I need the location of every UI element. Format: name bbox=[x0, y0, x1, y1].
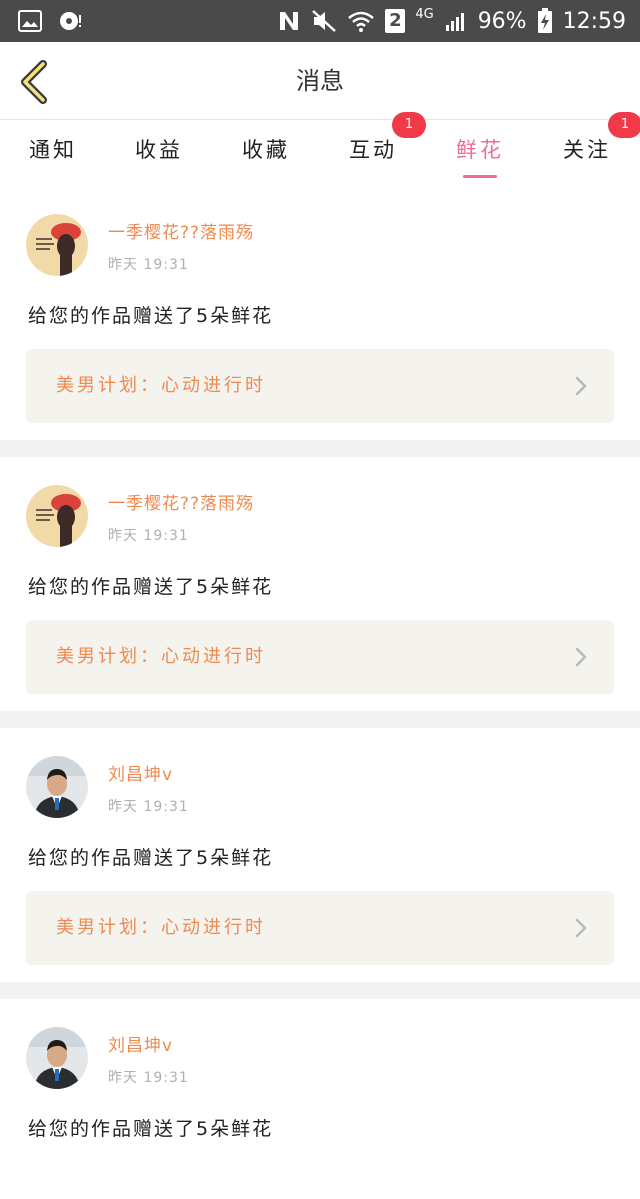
avatar[interactable] bbox=[26, 214, 88, 276]
sender-name[interactable]: 一季樱花??落雨殇 bbox=[108, 489, 254, 514]
message-time: 昨天 19:31 bbox=[108, 528, 189, 544]
battery-percent: 96% bbox=[477, 8, 527, 34]
message-card: 一季樱花??落雨殇 昨天 19:31 给您的作品赠送了5朵鲜花 美男计划：心动进… bbox=[0, 186, 640, 440]
sender-name[interactable]: 刘昌坤v bbox=[108, 1031, 173, 1056]
chevron-left-icon bbox=[21, 60, 47, 104]
mute-icon bbox=[311, 9, 337, 33]
record-icon bbox=[58, 10, 84, 32]
gallery-icon bbox=[18, 10, 42, 32]
header: 消息 bbox=[0, 42, 640, 120]
sender-name[interactable]: 一季樱花??落雨殇 bbox=[108, 218, 254, 243]
battery-charging-icon bbox=[537, 8, 553, 34]
nfc-icon bbox=[277, 9, 301, 33]
tab-flowers[interactable]: 鲜花 bbox=[427, 120, 533, 186]
avatar[interactable] bbox=[26, 1027, 88, 1089]
message-time: 昨天 19:31 bbox=[108, 257, 189, 273]
back-button[interactable] bbox=[14, 58, 54, 106]
work-title: 美男计划：心动进行时 bbox=[56, 646, 266, 667]
chevron-right-icon bbox=[575, 376, 587, 396]
avatar[interactable] bbox=[26, 756, 88, 818]
tab-label: 收益 bbox=[135, 138, 183, 162]
card-divider bbox=[0, 711, 640, 728]
message-time: 昨天 19:31 bbox=[108, 799, 189, 815]
card-divider bbox=[0, 982, 640, 999]
signal-icon bbox=[444, 10, 468, 32]
unread-badge: 1 bbox=[392, 112, 426, 138]
tab-label: 通知 bbox=[29, 138, 77, 162]
message-card: 刘昌坤v 昨天 19:31 给您的作品赠送了5朵鲜花 bbox=[0, 999, 640, 1199]
sender-name[interactable]: 刘昌坤v bbox=[108, 760, 173, 785]
active-tab-indicator bbox=[463, 175, 497, 178]
work-title: 美男计划：心动进行时 bbox=[56, 917, 266, 938]
network-type: 4G bbox=[415, 6, 434, 22]
tab-favorites[interactable]: 收藏 bbox=[213, 120, 319, 186]
tab-interaction[interactable]: 互动 1 bbox=[320, 112, 426, 186]
tab-label: 收藏 bbox=[242, 138, 290, 162]
message-card: 刘昌坤v 昨天 19:31 给您的作品赠送了5朵鲜花 美男计划：心动进行时 bbox=[0, 728, 640, 982]
tab-label: 鲜花 bbox=[456, 138, 504, 162]
wifi-icon bbox=[347, 9, 375, 33]
work-link[interactable]: 美男计划：心动进行时 bbox=[26, 620, 614, 694]
work-link[interactable]: 美男计划：心动进行时 bbox=[26, 891, 614, 965]
sim-slot-badge: 2 bbox=[385, 9, 406, 33]
work-link[interactable]: 美男计划：心动进行时 bbox=[26, 349, 614, 423]
page-title: 消息 bbox=[296, 67, 344, 95]
tab-earnings[interactable]: 收益 bbox=[106, 120, 212, 186]
chevron-right-icon bbox=[575, 647, 587, 667]
message-time: 昨天 19:31 bbox=[108, 1070, 189, 1086]
unread-badge: 1 bbox=[608, 112, 640, 138]
tab-follow[interactable]: 关注 1 bbox=[534, 112, 640, 186]
message-text: 给您的作品赠送了5朵鲜花 bbox=[28, 847, 274, 869]
card-divider bbox=[0, 440, 640, 457]
work-title: 美男计划：心动进行时 bbox=[56, 375, 266, 396]
message-card: 一季樱花??落雨殇 昨天 19:31 给您的作品赠送了5朵鲜花 美男计划：心动进… bbox=[0, 457, 640, 711]
status-bar: 2 4G 96% 12:59 bbox=[0, 0, 640, 42]
message-text: 给您的作品赠送了5朵鲜花 bbox=[28, 1118, 274, 1140]
tab-notification[interactable]: 通知 bbox=[0, 120, 106, 186]
clock: 12:59 bbox=[562, 8, 626, 34]
message-text: 给您的作品赠送了5朵鲜花 bbox=[28, 576, 274, 598]
tab-bar: 通知 收益 收藏 互动 1 鲜花 关注 1 bbox=[0, 112, 640, 186]
message-list: 一季樱花??落雨殇 昨天 19:31 给您的作品赠送了5朵鲜花 美男计划：心动进… bbox=[0, 186, 640, 1199]
avatar[interactable] bbox=[26, 485, 88, 547]
chevron-right-icon bbox=[575, 918, 587, 938]
message-text: 给您的作品赠送了5朵鲜花 bbox=[28, 305, 274, 327]
